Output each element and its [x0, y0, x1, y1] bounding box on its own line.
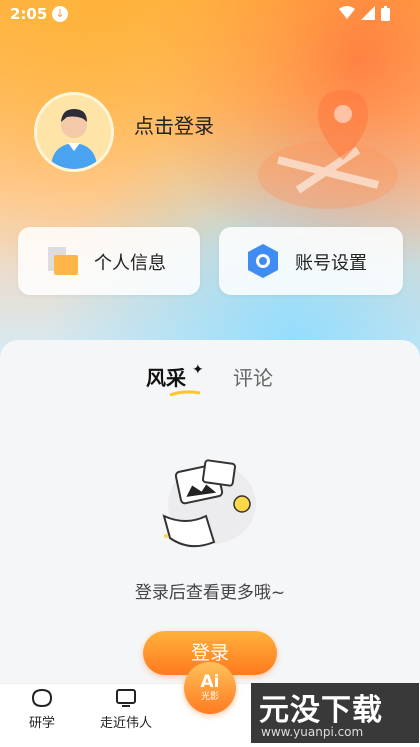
ai-badge-title: Ai [200, 672, 220, 692]
monitor-icon [116, 689, 136, 707]
watermark-url: www.yuanpi.com [261, 725, 364, 739]
account-settings-label: 账号设置 [295, 253, 367, 274]
folder-icon [48, 247, 78, 275]
download-icon: ↓ [52, 6, 68, 22]
map-pin-decoration-icon [258, 90, 398, 209]
tab-yanxue[interactable]: 研学 [7, 688, 77, 731]
tab-zoujin-weiren-label: 走近伟人 [99, 716, 152, 731]
personal-info-label: 个人信息 [94, 253, 166, 274]
battery-icon [381, 6, 390, 21]
watermark-logo-text: 元没下载 [259, 693, 383, 728]
status-time: 2:05 [10, 5, 48, 23]
tab-fengcai[interactable]: 风采 [146, 362, 186, 391]
login-prompt[interactable]: 点击登录 [134, 110, 214, 139]
gear-icon [248, 244, 278, 278]
tab-yanxue-label: 研学 [28, 716, 55, 731]
site-watermark: 元没下载 www.yuanpi.com [251, 683, 419, 743]
empty-photos-icon [162, 459, 256, 548]
personal-info-card[interactable]: 个人信息 [18, 227, 200, 295]
tab-zoujin-weiren[interactable]: 走近伟人 [91, 688, 161, 731]
status-bar: 2:05 ↓ [0, 0, 420, 28]
empty-state-message: 登录后查看更多哦~ [134, 583, 286, 603]
system-icons [339, 6, 390, 21]
account-settings-card[interactable]: 账号设置 [219, 227, 403, 295]
ai-guangying-button[interactable]: Ai 光影 [184, 662, 236, 714]
avatar[interactable] [34, 92, 114, 172]
wifi-icon [339, 6, 355, 19]
tab-active-underline [169, 390, 201, 397]
screen: 2:05 ↓ 点击登录 个人信息 账号设置 风采 ✦ 评论 登录后查看更多哦~ … [0, 0, 420, 747]
tab-pinglun[interactable]: 评论 [233, 362, 273, 391]
sparkle-icon: ✦ [192, 362, 204, 378]
study-icon [31, 688, 53, 708]
ai-badge-subtitle: 光影 [200, 692, 219, 702]
user-avatar-icon [51, 109, 97, 169]
signal-icon [361, 6, 375, 20]
